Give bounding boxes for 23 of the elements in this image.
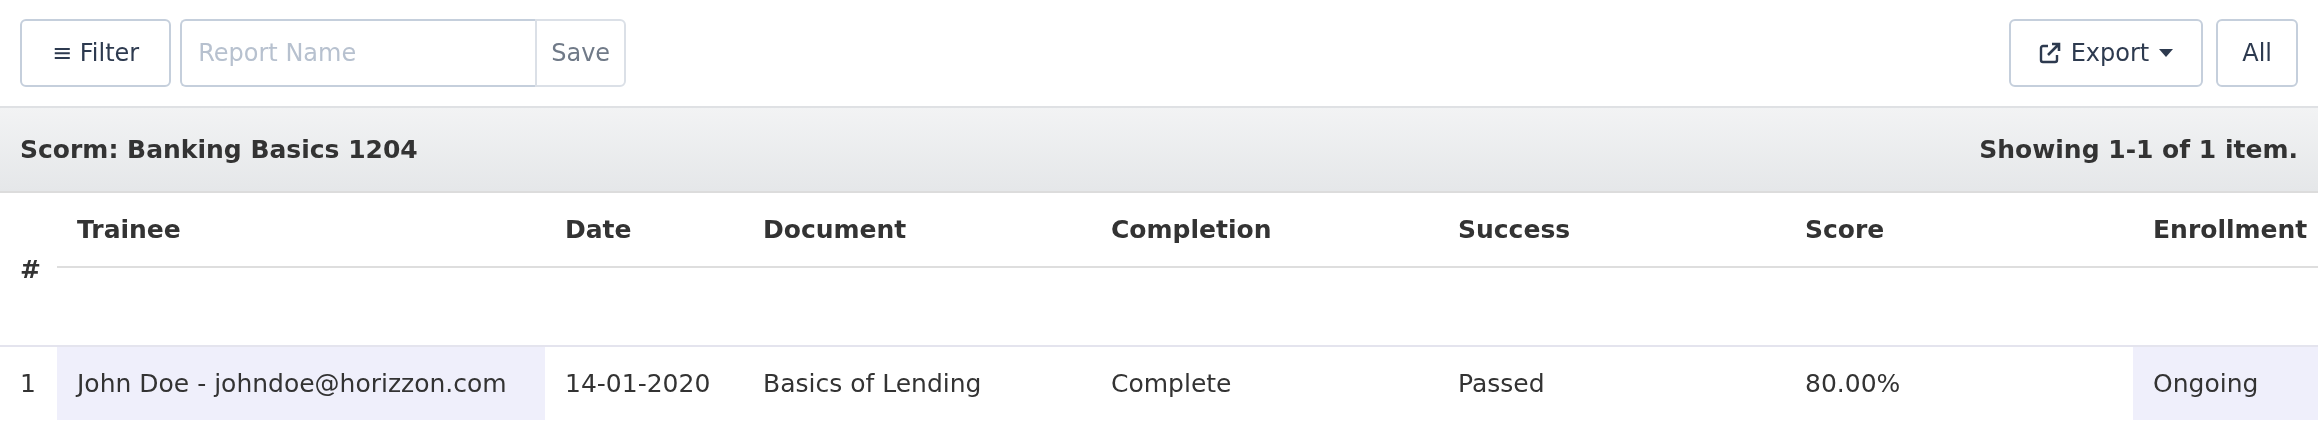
export-button[interactable]: Export bbox=[2008, 19, 2204, 87]
filter-button[interactable]: ≡ Filter bbox=[20, 19, 172, 87]
column-header: # bbox=[19, 253, 42, 286]
table-cell: Ongoing bbox=[2133, 345, 2318, 420]
table-cell: John Doe - johndoe@horizzon.com bbox=[57, 345, 545, 420]
save-button[interactable]: Save bbox=[535, 19, 627, 87]
item-summary: Showing 1-1 of 1 item. bbox=[1979, 135, 2298, 164]
column-header[interactable]: Date bbox=[545, 193, 743, 268]
all-button[interactable]: All bbox=[2216, 19, 2298, 87]
report-title: Scorm: Banking Basics 1204 bbox=[20, 135, 418, 164]
table-cell: Complete bbox=[1091, 345, 1438, 420]
table-cell: Basics of Lending bbox=[743, 345, 1091, 420]
column-header[interactable]: Completion bbox=[1091, 193, 1438, 268]
table-cell: Passed bbox=[1438, 345, 1785, 420]
caret-icon bbox=[2159, 49, 2174, 57]
column-header[interactable]: Score bbox=[1785, 193, 2133, 268]
column-header[interactable]: Trainee bbox=[57, 193, 545, 268]
column-header[interactable]: Success bbox=[1438, 193, 1785, 268]
report-name-field[interactable]: Report Name bbox=[180, 19, 536, 87]
external-link-icon bbox=[2038, 42, 2061, 64]
column-header[interactable]: Enrollment bbox=[2133, 193, 2318, 268]
table-cell: 14-01-2020 bbox=[545, 345, 743, 420]
column-header[interactable]: Document bbox=[743, 193, 1091, 268]
